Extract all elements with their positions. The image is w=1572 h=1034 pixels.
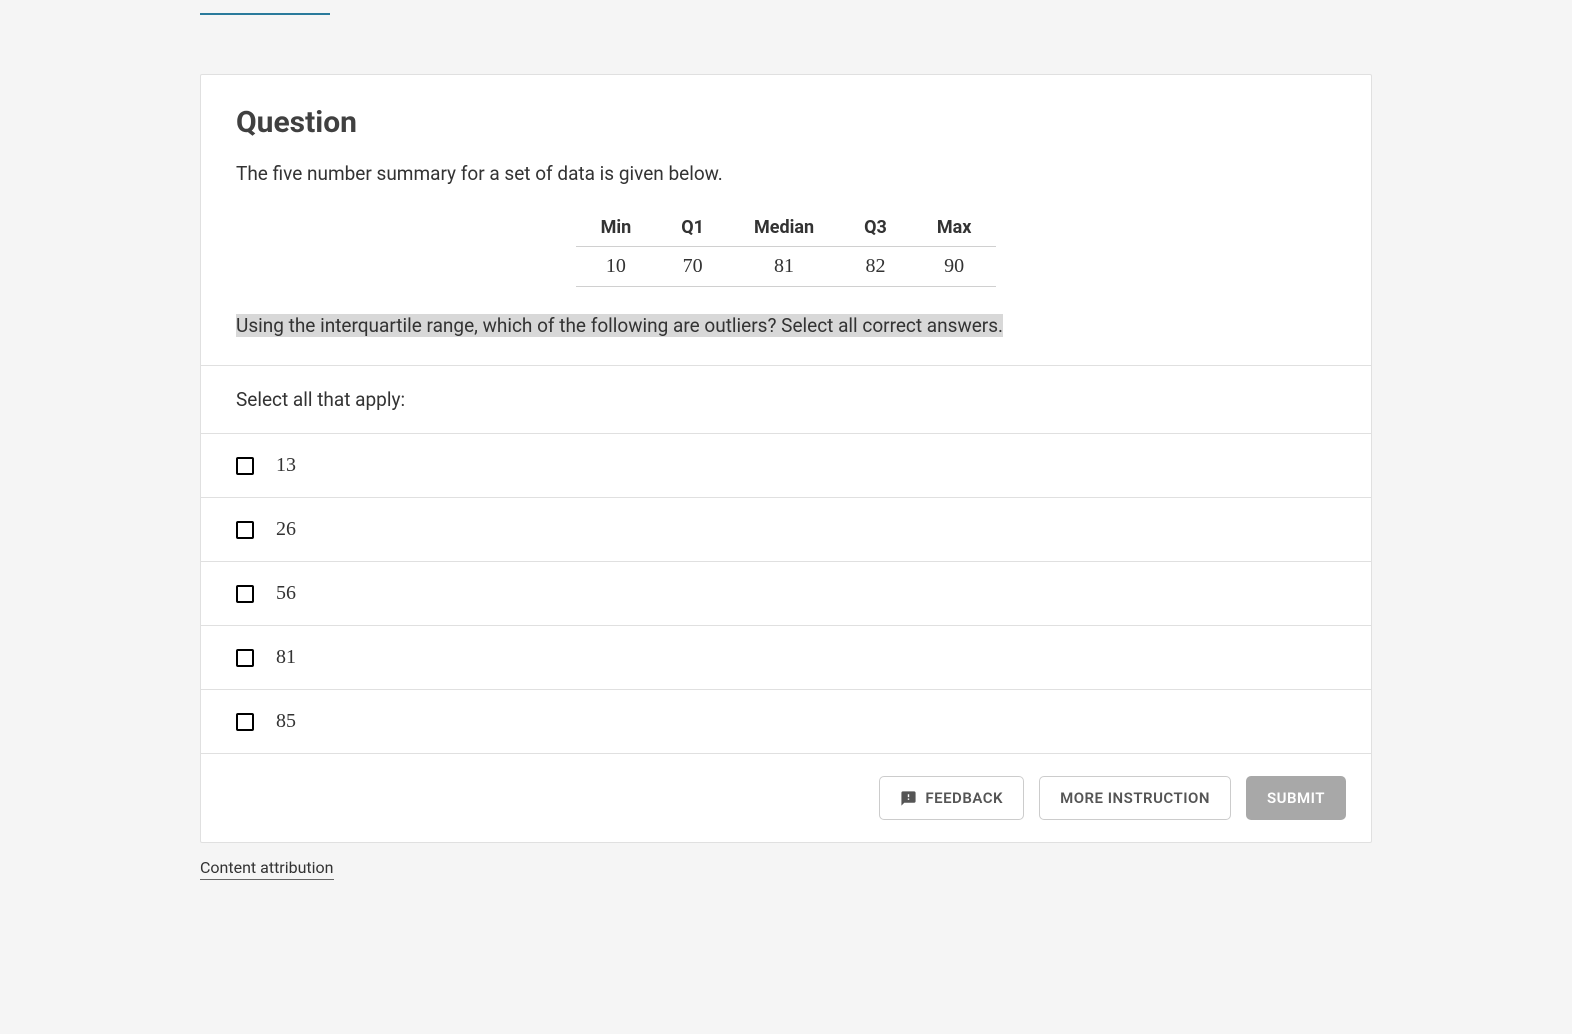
option-label: 13 [276,454,296,477]
submit-button[interactable]: SUBMIT [1246,776,1346,820]
cell-min: 10 [576,246,657,286]
option-label: 81 [276,646,296,669]
answer-option[interactable]: 85 [201,689,1371,753]
cell-q1: 70 [656,246,729,286]
table-header-q1: Q1 [656,209,729,247]
five-number-summary-table: Min Q1 Median Q3 Max 10 70 81 82 90 [576,209,997,287]
option-label: 56 [276,582,296,605]
table-header-median: Median [729,209,839,247]
option-label: 26 [276,518,296,541]
content-attribution-link[interactable]: Content attribution [200,858,334,880]
more-instruction-button[interactable]: MORE INSTRUCTION [1039,776,1231,820]
top-link-underline[interactable] [200,13,330,15]
feedback-button[interactable]: FEEDBACK [879,776,1024,820]
question-body: Question The five number summary for a s… [201,75,1371,365]
answer-option[interactable]: 13 [201,433,1371,497]
question-title: Question [236,105,1336,140]
question-card: Question The five number summary for a s… [200,74,1372,843]
checkbox-icon[interactable] [236,521,254,539]
question-prompt: The five number summary for a set of dat… [236,160,1336,189]
feedback-chat-icon [900,790,917,807]
submit-button-label: SUBMIT [1267,789,1325,807]
answer-option[interactable]: 26 [201,497,1371,561]
cell-median: 81 [729,246,839,286]
more-instruction-button-label: MORE INSTRUCTION [1060,789,1210,807]
action-bar: FEEDBACK MORE INSTRUCTION SUBMIT [201,753,1371,842]
feedback-button-label: FEEDBACK [925,789,1003,807]
table-header-min: Min [576,209,657,247]
checkbox-icon[interactable] [236,649,254,667]
top-link-area [200,0,1552,29]
table-header-max: Max [912,209,997,247]
option-label: 85 [276,710,296,733]
select-all-header: Select all that apply: [201,365,1371,433]
cell-max: 90 [912,246,997,286]
question-highlighted-instruction: Using the interquartile range, which of … [236,314,1003,337]
table-header-q3: Q3 [839,209,912,247]
checkbox-icon[interactable] [236,713,254,731]
answer-option[interactable]: 56 [201,561,1371,625]
checkbox-icon[interactable] [236,457,254,475]
answer-option[interactable]: 81 [201,625,1371,689]
table-row: 10 70 81 82 90 [576,246,997,286]
cell-q3: 82 [839,246,912,286]
checkbox-icon[interactable] [236,585,254,603]
